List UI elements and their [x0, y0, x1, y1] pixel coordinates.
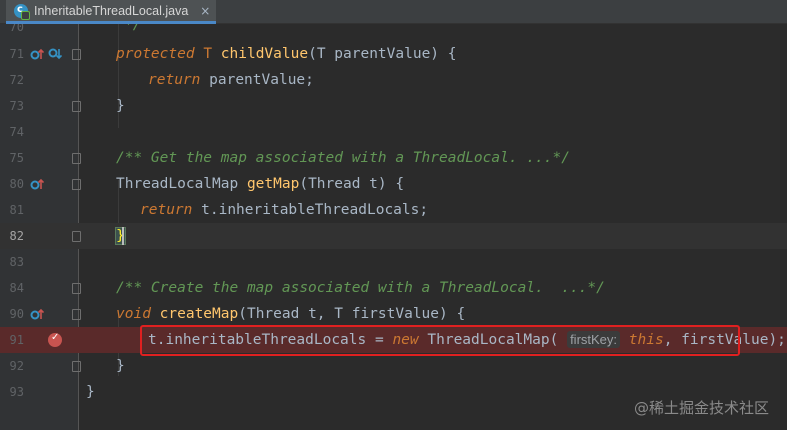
line-number: 72: [9, 73, 24, 87]
code-text: return t.inheritableThreadLocals;: [140, 202, 429, 218]
code-text: void createMap(Thread t, T firstValue) {: [116, 306, 466, 322]
code-line: 71 protected T childValue(T parentValue)…: [0, 41, 787, 67]
code-line: 72 return parentValue;: [0, 67, 787, 93]
code-text: */: [124, 24, 142, 33]
java-class-icon: c: [14, 3, 30, 20]
line-number: 71: [9, 47, 24, 61]
overrides-method-icon[interactable]: [30, 47, 44, 61]
line-number: 84: [9, 281, 24, 295]
line-number: 83: [9, 255, 24, 269]
current-code-line: 82 }: [0, 223, 787, 249]
line-number: 90: [9, 307, 24, 321]
text-caret: [122, 227, 124, 245]
highlight-annotation-box: [140, 325, 740, 356]
line-number: 74: [9, 125, 24, 139]
fold-marker[interactable]: [72, 179, 81, 190]
fold-marker[interactable]: [72, 101, 81, 112]
code-line: 81 return t.inheritableThreadLocals;: [0, 197, 787, 223]
watermark: @稀土掘金技术社区: [633, 399, 769, 417]
fold-marker[interactable]: [72, 309, 81, 320]
line-number: 81: [9, 203, 24, 217]
code-text: return parentValue;: [148, 72, 314, 88]
overrides-method-icon[interactable]: [30, 177, 44, 191]
code-line: 84 /** Create the map associated with a …: [0, 275, 787, 301]
code-line: 70 */: [0, 24, 787, 40]
code-text: }: [116, 98, 125, 114]
code-text: protected T childValue(T parentValue) {: [116, 46, 457, 62]
code-line: 74: [0, 119, 787, 145]
line-number: 75: [9, 151, 24, 165]
fold-marker[interactable]: [72, 361, 81, 372]
code-text: }: [86, 384, 95, 400]
code-line: 75 /** Get the map associated with a Thr…: [0, 145, 787, 171]
file-tab[interactable]: c InheritableThreadLocal.java ×: [6, 0, 216, 24]
file-tab-title: InheritableThreadLocal.java: [34, 3, 189, 18]
overridden-method-icon[interactable]: [48, 47, 62, 61]
line-number: 82: [9, 229, 24, 243]
code-line: 92 }: [0, 353, 787, 379]
line-number: 92: [9, 359, 24, 373]
editor-tab-bar: c InheritableThreadLocal.java ×: [0, 0, 787, 24]
line-number: 91: [9, 333, 24, 347]
fold-marker[interactable]: [72, 231, 81, 242]
fold-marker[interactable]: [72, 49, 81, 60]
line-number: 70: [9, 24, 24, 34]
fold-marker[interactable]: [72, 283, 81, 294]
code-line: 90 void createMap(Thread t, T firstValue…: [0, 301, 787, 327]
breakpoint-check-icon: ✓: [51, 332, 60, 343]
code-line: 83: [0, 249, 787, 275]
line-number: 80: [9, 177, 24, 191]
line-number: 93: [9, 385, 24, 399]
code-text: ThreadLocalMap getMap(Thread t) {: [116, 176, 405, 192]
close-tab-icon[interactable]: ×: [200, 4, 210, 18]
code-line: 73 }: [0, 93, 787, 119]
code-line: 80 ThreadLocalMap getMap(Thread t) {: [0, 171, 787, 197]
overrides-method-icon[interactable]: [30, 307, 44, 321]
code-text: /** Get the map associated with a Thread…: [116, 150, 570, 166]
fold-marker[interactable]: [72, 153, 81, 164]
line-number: 73: [9, 99, 24, 113]
code-text: }: [116, 358, 125, 374]
code-text: /** Create the map associated with a Thr…: [116, 280, 605, 296]
